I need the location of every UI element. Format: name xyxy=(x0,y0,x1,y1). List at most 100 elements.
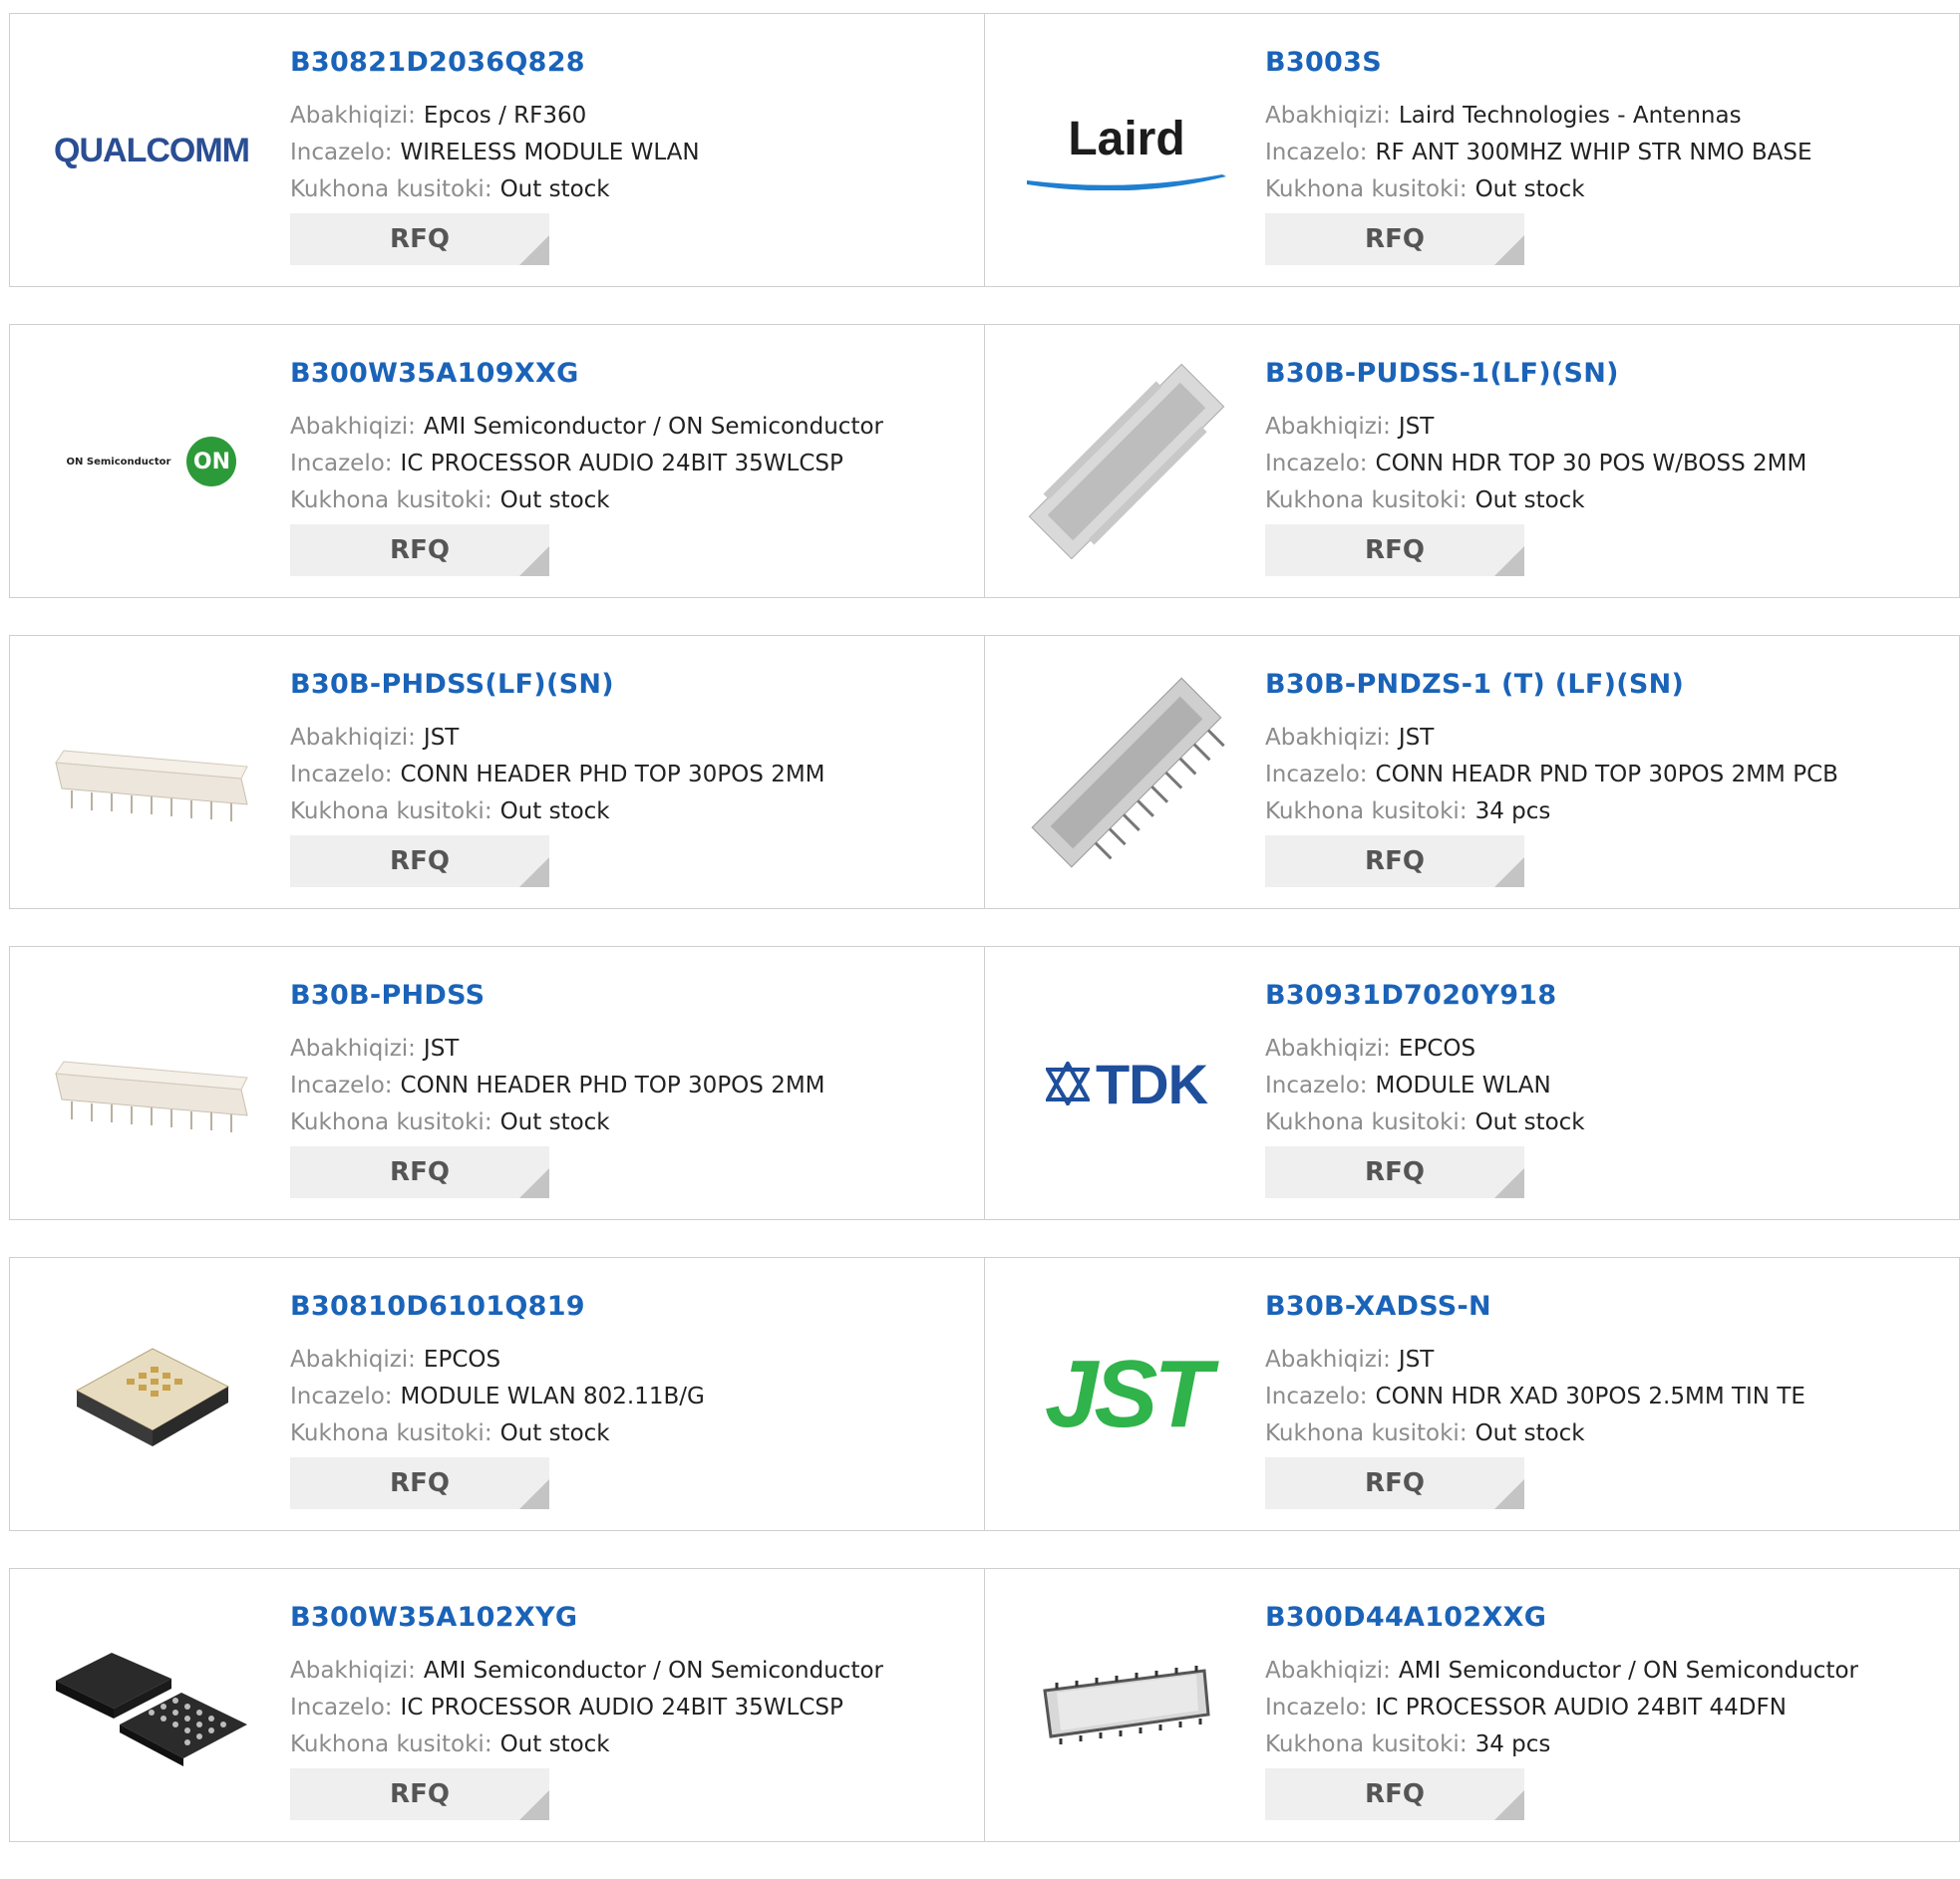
description-value: IC PROCESSOR AUDIO 24BIT 35WLCSP xyxy=(400,1695,843,1721)
stock-value: 34 pcs xyxy=(1474,1731,1551,1757)
module-chip-image xyxy=(75,1348,230,1446)
description-label: Incazelo: xyxy=(290,1695,393,1721)
description-value: CONN HDR TOP 30 POS W/BOSS 2MM xyxy=(1375,451,1807,476)
product-card: B30B-PHDSS Abakhiqizi: JST Incazelo: CONN … xyxy=(9,946,985,1220)
product-card: B30B-PHDSS(LF)(SN) Abakhiqizi: JST Incaze… xyxy=(9,635,985,909)
part-number-link[interactable]: B30821D2036Q828 xyxy=(290,46,974,80)
product-row: B300W35A102XYG Abakhiqizi: AMI Semiconduc… xyxy=(9,1568,1960,1842)
connector-strip-photo[interactable] xyxy=(48,985,255,1182)
stock-label: Kukhona kusitoki: xyxy=(1265,176,1468,202)
part-number-link[interactable]: B30810D6101Q819 xyxy=(290,1290,974,1324)
rfq-button[interactable]: RFQ xyxy=(290,524,549,576)
part-number-link[interactable]: B300D44A102XXG xyxy=(1265,1601,1949,1635)
laird-logo-text: Laird xyxy=(1068,112,1185,165)
rfq-button[interactable]: RFQ xyxy=(1265,1457,1524,1509)
stock-label: Kukhona kusitoki: xyxy=(1265,1420,1468,1446)
part-number-link[interactable]: B300W35A102XYG xyxy=(290,1601,974,1635)
corner-fold-icon xyxy=(519,1479,549,1509)
manufacturer-label: Abakhiqizi: xyxy=(290,725,416,751)
rfq-button[interactable]: RFQ xyxy=(290,1146,549,1198)
corner-fold-icon xyxy=(519,1790,549,1820)
part-number-link[interactable]: B30B-XADSS-N xyxy=(1265,1290,1949,1324)
corner-fold-icon xyxy=(519,857,549,887)
connector-strip-photo[interactable] xyxy=(48,674,255,871)
stock-value: Out stock xyxy=(499,1731,610,1757)
connector-strip-image xyxy=(55,1061,248,1132)
on-semiconductor-logo[interactable]: ON Semiconductor ON xyxy=(48,363,255,560)
tdk-logo[interactable]: TDK xyxy=(1023,985,1230,1182)
stock-label: Kukhona kusitoki: xyxy=(1265,798,1468,824)
corner-fold-icon xyxy=(1494,546,1524,576)
rfq-label: RFQ xyxy=(1365,846,1425,876)
stock-label: Kukhona kusitoki: xyxy=(290,1420,492,1446)
manufacturer-value: JST xyxy=(1398,725,1435,751)
rfq-label: RFQ xyxy=(390,1779,450,1809)
stock-label: Kukhona kusitoki: xyxy=(290,1731,492,1757)
description-label: Incazelo: xyxy=(290,1073,393,1098)
rfq-button[interactable]: RFQ xyxy=(1265,213,1524,265)
part-number-link[interactable]: B30931D7020Y918 xyxy=(1265,979,1949,1013)
stock-value: 34 pcs xyxy=(1474,798,1551,824)
stock-value: Out stock xyxy=(499,798,610,824)
product-row: B30B-PHDSS Abakhiqizi: JST Incazelo: CONN … xyxy=(9,946,1960,1220)
product-card: Laird B3003S Abakhiqizi: Laird Technologi… xyxy=(985,13,1960,287)
product-card: B300W35A102XYG Abakhiqizi: AMI Semiconduc… xyxy=(9,1568,985,1842)
corner-fold-icon xyxy=(519,1168,549,1198)
product-card: JST B30B-XADSS-N Abakhiqizi: JST Incazelo… xyxy=(985,1257,1960,1531)
manufacturer-label: Abakhiqizi: xyxy=(290,1658,416,1684)
part-number-link[interactable]: B3003S xyxy=(1265,46,1949,80)
description-label: Incazelo: xyxy=(290,1384,393,1409)
description-label: Incazelo: xyxy=(1265,1384,1368,1409)
manufacturer-value: EPCOS xyxy=(423,1347,501,1373)
stock-value: Out stock xyxy=(1474,487,1585,513)
laird-logo[interactable]: Laird xyxy=(1023,52,1230,249)
qualcomm-logo[interactable]: QUALCOMM xyxy=(48,52,255,249)
module-chip-photo[interactable] xyxy=(48,1296,255,1493)
on-badge-icon: ON xyxy=(186,437,237,486)
manufacturer-label: Abakhiqizi: xyxy=(1265,1036,1391,1062)
stock-value: Out stock xyxy=(499,1420,610,1446)
rfq-button[interactable]: RFQ xyxy=(290,1768,549,1820)
connector-header-image xyxy=(1028,364,1225,559)
rfq-button[interactable]: RFQ xyxy=(290,835,549,887)
description-label: Incazelo: xyxy=(290,451,393,476)
manufacturer-label: Abakhiqizi: xyxy=(1265,103,1391,129)
description-label: Incazelo: xyxy=(1265,762,1368,787)
rfq-button[interactable]: RFQ xyxy=(1265,1146,1524,1198)
manufacturer-value: AMI Semiconductor / ON Semiconductor xyxy=(423,414,883,440)
rfq-button[interactable]: RFQ xyxy=(290,1457,549,1509)
manufacturer-label: Abakhiqizi: xyxy=(1265,414,1391,440)
corner-fold-icon xyxy=(1494,1168,1524,1198)
rfq-button[interactable]: RFQ xyxy=(1265,524,1524,576)
description-label: Incazelo: xyxy=(1265,1073,1368,1098)
manufacturer-value: AMI Semiconductor / ON Semiconductor xyxy=(423,1658,883,1684)
part-number-link[interactable]: B30B-PNDZS-1 (T) (LF)(SN) xyxy=(1265,668,1949,702)
connector-header-photo[interactable] xyxy=(1023,363,1230,560)
dfn-chip-photo[interactable] xyxy=(1023,1607,1230,1804)
part-number-link[interactable]: B30B-PHDSS xyxy=(290,979,974,1013)
rfq-button[interactable]: RFQ xyxy=(1265,835,1524,887)
part-number-link[interactable]: B30B-PUDSS-1(LF)(SN) xyxy=(1265,357,1949,391)
manufacturer-value: JST xyxy=(1398,1347,1435,1373)
rfq-label: RFQ xyxy=(1365,1468,1425,1498)
connector-pins-photo[interactable] xyxy=(1023,674,1230,871)
product-card: B300D44A102XXG Abakhiqizi: AMI Semiconduc… xyxy=(985,1568,1960,1842)
bga-chip-photo[interactable] xyxy=(48,1607,255,1804)
product-row: B30810D6101Q819 Abakhiqizi: EPCOS Incazel… xyxy=(9,1257,1960,1531)
part-number-link[interactable]: B300W35A109XXG xyxy=(290,357,974,391)
rfq-button[interactable]: RFQ xyxy=(290,213,549,265)
part-number-link[interactable]: B30B-PHDSS(LF)(SN) xyxy=(290,668,974,702)
rfq-button[interactable]: RFQ xyxy=(1265,1768,1524,1820)
stock-label: Kukhona kusitoki: xyxy=(290,487,492,513)
product-card: ON Semiconductor ON B300W35A109XXG Abakh… xyxy=(9,324,985,598)
jst-logo[interactable]: JST xyxy=(1023,1296,1230,1493)
product-card: TDK B30931D7020Y918 Abakhiqizi: EPCOS Inc… xyxy=(985,946,1960,1220)
description-label: Incazelo: xyxy=(290,762,393,787)
stock-label: Kukhona kusitoki: xyxy=(290,798,492,824)
corner-fold-icon xyxy=(1494,1479,1524,1509)
stock-label: Kukhona kusitoki: xyxy=(290,176,492,202)
description-value: CONN HEADER PHD TOP 30POS 2MM xyxy=(400,1073,825,1098)
jst-logo-text: JST xyxy=(1044,1341,1212,1447)
stock-label: Kukhona kusitoki: xyxy=(1265,1109,1468,1135)
rfq-label: RFQ xyxy=(390,535,450,565)
